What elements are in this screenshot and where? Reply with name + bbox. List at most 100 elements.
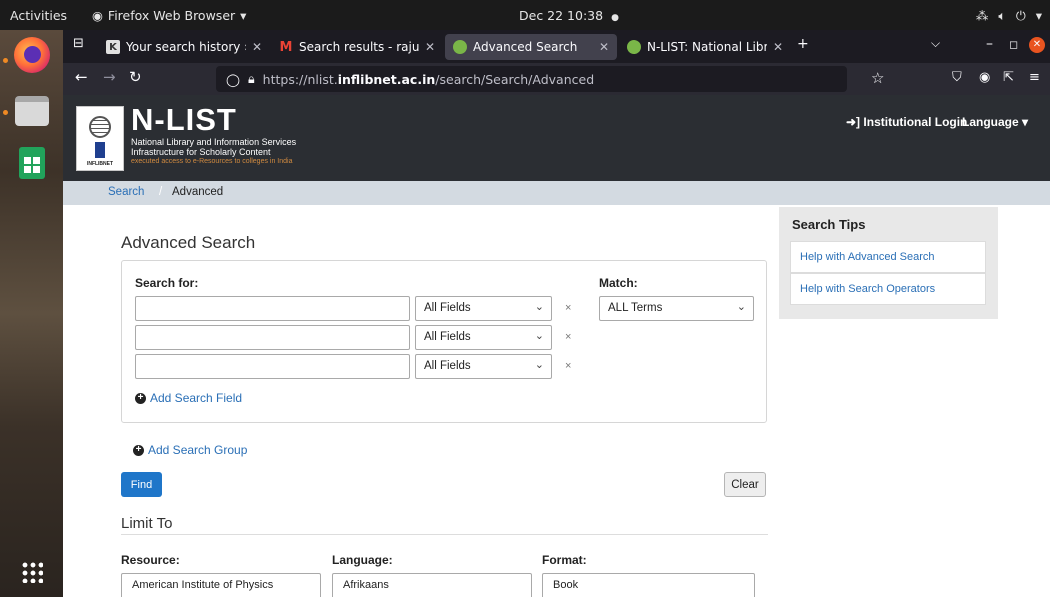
new-tab-icon[interactable]: + (797, 36, 809, 52)
maximize-icon[interactable]: ◻ (1009, 38, 1018, 51)
close-icon[interactable]: ✕ (425, 40, 435, 54)
chevron-down-icon: ⌄ (736, 301, 746, 313)
tab-title: Your search history › Koh (126, 40, 246, 54)
dock (0, 30, 63, 597)
add-search-field-label: Add Search Field (150, 391, 243, 405)
tab-gmail[interactable]: M Search results - rajumere ✕ (271, 34, 443, 60)
chevron-down-icon: ⌄ (534, 301, 544, 313)
remove-row-icon[interactable]: × (565, 360, 571, 372)
search-for-label: Search for: (135, 276, 199, 290)
search-term-input-3[interactable] (135, 354, 410, 379)
clear-button[interactable]: Clear (724, 472, 766, 497)
format-listbox[interactable]: Book (542, 573, 755, 597)
url-text: https://nlist.inflibnet.ac.in/search/Sea… (262, 71, 595, 87)
account-icon[interactable]: ◉ (979, 70, 990, 85)
brand-name: N-LIST (131, 102, 237, 137)
url-bar[interactable]: ◯ 🔒︎ https://nlist.inflibnet.ac.in/searc… (216, 66, 847, 92)
breadcrumb-current: Advanced (172, 186, 224, 198)
system-tray[interactable]: ⁂ 🔈︎ ⏻ ▾ (976, 8, 1042, 24)
reload-icon[interactable]: ↻ (129, 68, 142, 86)
chevron-down-icon[interactable]: ⌵ (931, 36, 940, 51)
running-indicator (3, 58, 8, 63)
caret-down-icon: ▾ (1022, 115, 1029, 129)
resource-listbox[interactable]: American Institute of Physics (121, 573, 321, 597)
app-menu[interactable]: ◉ Firefox Web Browser ▾ (92, 8, 246, 23)
close-icon[interactable]: ✕ (773, 40, 783, 54)
lock-icon[interactable]: 🔒︎ (248, 71, 255, 87)
bookmark-star-icon[interactable]: ☆ (871, 69, 884, 87)
menu-icon[interactable]: ≡ (1029, 70, 1040, 85)
institutional-login-link[interactable]: ➜] Institutional Login (846, 115, 967, 129)
dock-firefox[interactable] (11, 34, 53, 76)
list-item[interactable]: American Institute of Physics (132, 579, 273, 591)
minimize-icon[interactable]: – (986, 36, 993, 52)
clock-label: Dec 22 10:38 (519, 8, 604, 23)
running-indicator (3, 110, 8, 115)
resource-label: Resource: (121, 553, 180, 567)
breadcrumb-search-link[interactable]: Search (108, 186, 144, 198)
forward-icon[interactable]: → (103, 68, 116, 86)
help-advanced-search-link[interactable]: Help with Advanced Search (790, 241, 986, 273)
field-select-2[interactable]: All Fields ⌄ (415, 325, 552, 350)
site-header: INFLIBNET N-LIST National Library and In… (63, 95, 1050, 181)
sign-in-icon: ➜] (846, 115, 861, 129)
field-select-1[interactable]: All Fields ⌄ (415, 296, 552, 321)
breadcrumb: Search / Advanced (63, 181, 1050, 205)
tab-title: N-LIST: National Library a (647, 40, 767, 54)
search-term-input-1[interactable] (135, 296, 410, 321)
clock[interactable]: Dec 22 10:38 ● (519, 8, 619, 23)
match-select[interactable]: ALL Terms ⌄ (599, 296, 754, 321)
brand-block[interactable]: N-LIST National Library and Information … (131, 103, 296, 166)
breadcrumb-separator: / (159, 186, 163, 198)
nav-bar: ← → ↻ ◯ 🔒︎ https://nlist.inflibnet.ac.in… (63, 63, 1050, 95)
list-item[interactable]: Book (553, 579, 578, 591)
logo-word: INFLIBNET (86, 161, 114, 167)
app-menu-label: Firefox Web Browser (107, 8, 236, 23)
plus-circle-icon: + (133, 444, 144, 456)
nlist-icon (453, 40, 467, 54)
find-button[interactable]: Find (121, 472, 162, 497)
network-icon: ⁂ (975, 8, 989, 23)
brand-tagline-1: National Library and Information Service… (131, 137, 297, 147)
language-listbox[interactable]: Afrikaans (332, 573, 532, 597)
tab-nlist-home[interactable]: N-LIST: National Library a ✕ (619, 34, 791, 60)
tab-advanced-search[interactable]: Advanced Search ✕ (445, 34, 617, 60)
close-window-icon[interactable]: ✕ (1029, 37, 1045, 53)
field-select-3[interactable]: All Fields ⌄ (415, 354, 552, 379)
pocket-icon[interactable]: ⛉ (952, 70, 962, 85)
tab-koha[interactable]: K Your search history › Koh ✕ (98, 34, 270, 60)
volume-icon: 🔈︎ (998, 8, 1006, 23)
search-term-input-2[interactable] (135, 325, 410, 350)
language-label: Language (962, 115, 1019, 129)
add-search-field-link[interactable]: + Add Search Field (135, 391, 242, 405)
list-item[interactable]: Afrikaans (343, 579, 389, 591)
chevron-down-icon: ⌄ (534, 330, 544, 342)
remove-row-icon[interactable]: × (565, 331, 571, 343)
limit-to-heading: Limit To (121, 515, 173, 532)
globe-icon (89, 116, 111, 138)
dock-files[interactable] (11, 90, 53, 132)
tab-overview-icon[interactable]: ⊟ (73, 36, 84, 51)
recording-indicator: ● (611, 13, 619, 23)
close-icon[interactable]: ✕ (252, 40, 262, 54)
divider (121, 534, 768, 535)
show-apps-button[interactable] (11, 551, 53, 593)
field-select-value: All Fields (424, 360, 471, 372)
gmail-icon: M (279, 39, 293, 55)
login-label: Institutional Login (863, 115, 968, 129)
help-search-operators-link[interactable]: Help with Search Operators (790, 273, 986, 305)
search-tips-panel: Search Tips Help with Advanced Search He… (779, 207, 998, 319)
extensions-icon[interactable]: ⇱ (1003, 70, 1014, 85)
dock-calc[interactable] (11, 142, 53, 184)
match-label: Match: (599, 276, 638, 290)
nlist-icon (627, 40, 641, 54)
remove-row-icon[interactable]: × (565, 302, 571, 314)
shield-icon[interactable]: ◯ (226, 72, 240, 87)
activities-button[interactable]: Activities (10, 8, 67, 23)
language-menu[interactable]: Language ▾ (962, 115, 1028, 129)
back-icon[interactable]: ← (75, 68, 88, 86)
close-icon[interactable]: ✕ (599, 40, 609, 54)
inflibnet-logo[interactable]: INFLIBNET (76, 106, 124, 171)
app-grid-icon (21, 561, 43, 583)
add-search-group-link[interactable]: + Add Search Group (133, 443, 247, 457)
